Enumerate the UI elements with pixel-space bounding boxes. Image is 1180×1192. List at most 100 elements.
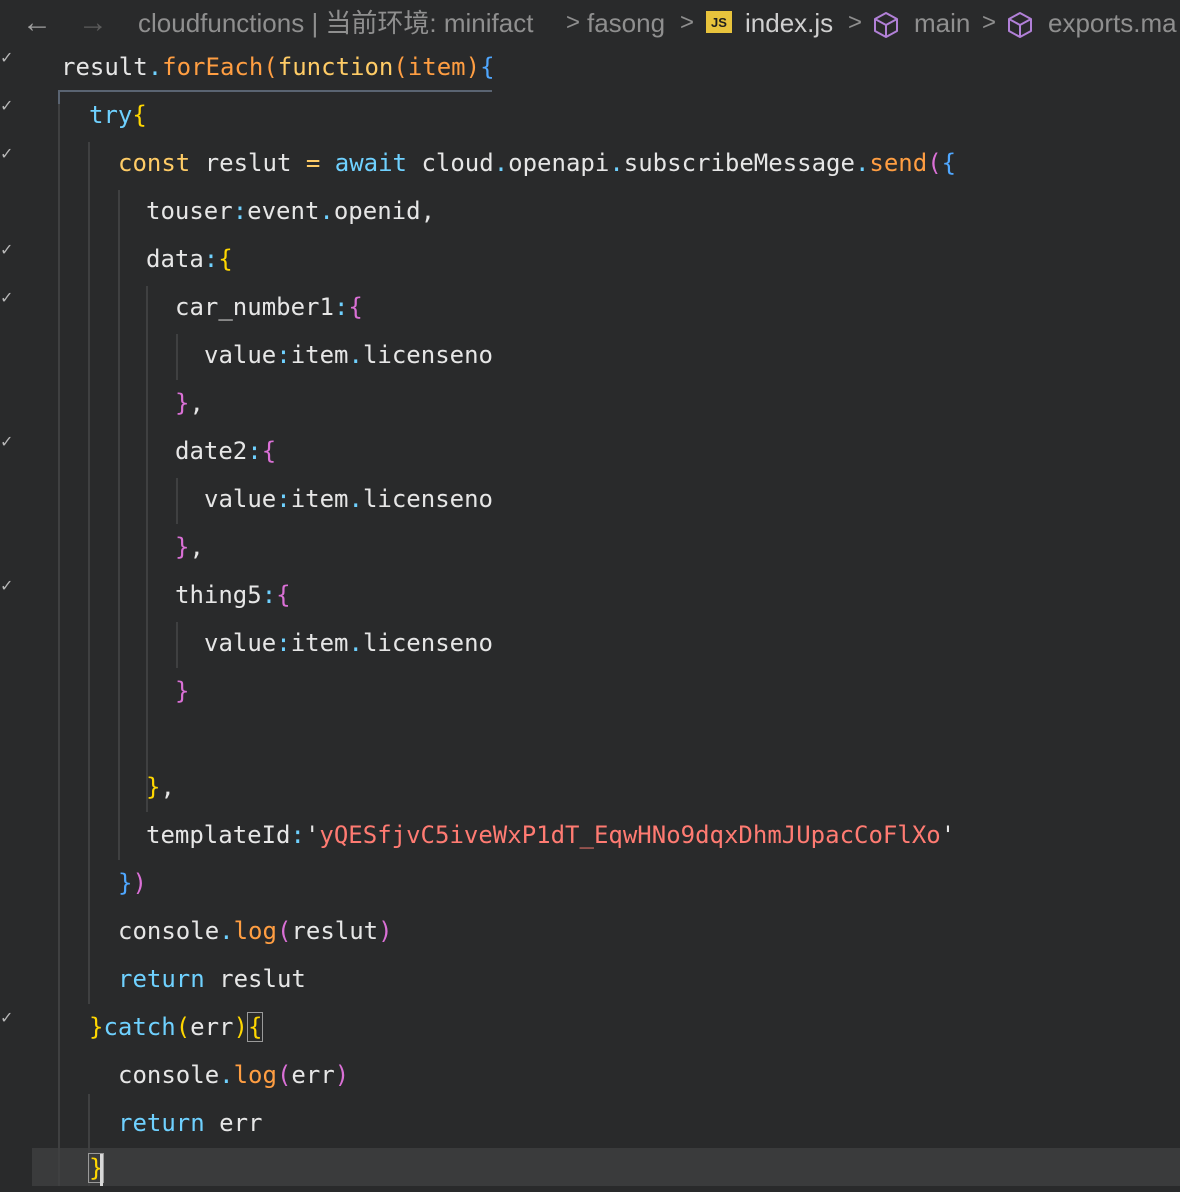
cube-symbol-icon (872, 8, 900, 38)
code-token: : (276, 485, 291, 513)
code-token: log (233, 917, 277, 945)
code-token: = (305, 149, 321, 177)
code-token: function (277, 53, 394, 81)
code-token: { (348, 293, 363, 321)
code-token: ) (233, 1013, 248, 1041)
code-token: value (204, 629, 277, 657)
code-line: const reslut = await cloud.openapi.subsc… (0, 139, 1180, 187)
code-line: value:item.licenseno (0, 475, 1180, 523)
code-token: reslut (291, 917, 379, 945)
code-editor[interactable]: ✓ ✓ ✓ ✓ ✓ ✓ ✓ ✓ result.forEach(function(… (0, 46, 1180, 1186)
code-token: ) (378, 917, 393, 945)
code-token: . (219, 917, 234, 945)
code-line: }, (0, 379, 1180, 427)
code-token: } (175, 677, 190, 705)
code-token: reslut (204, 965, 306, 993)
code-line: return reslut (0, 955, 1180, 1003)
code-token: . (609, 149, 624, 177)
code-token: reslut (190, 149, 306, 177)
arrow-left-icon[interactable]: ← (22, 0, 52, 46)
breadcrumb-folder[interactable]: cloudfunctions | 当前环境: minifact (138, 0, 533, 46)
code-line: } (0, 1144, 1180, 1192)
code-token: ( (175, 1013, 191, 1041)
code-token: . (348, 485, 363, 513)
code-line: car_number1:{ (0, 283, 1180, 331)
code-token: const (118, 149, 191, 177)
code-token: yQESfjvC5iveWxP1dT_EqwHNo9dqxDhmJUpacCoF… (319, 821, 941, 849)
code-token: item (290, 485, 349, 513)
breadcrumb-symbol-main[interactable]: main (914, 0, 970, 46)
chevron-right-icon: > (566, 9, 581, 36)
code-token: . (493, 149, 509, 177)
code-token: err (291, 1061, 335, 1089)
code-token: log (233, 1061, 277, 1089)
code-token: item (290, 341, 349, 369)
code-token: openapi (508, 149, 610, 177)
code-token: ( (393, 53, 408, 81)
code-token: event (247, 197, 320, 225)
code-token: licenseno (362, 341, 493, 369)
code-token: try (89, 101, 133, 129)
code-token: car_number1 (175, 293, 334, 321)
code-line: templateId:'yQESfjvC5iveWxP1dT_EqwHNo9dq… (0, 811, 1180, 859)
code-token: { (132, 101, 147, 129)
code-token: } (89, 1013, 104, 1041)
code-token: data (146, 245, 204, 273)
code-token: console (118, 917, 220, 945)
code-token: forEach (162, 53, 264, 81)
js-file-icon: JS (706, 11, 732, 33)
code-token: , (160, 773, 175, 801)
code-token: catch (103, 1013, 176, 1041)
code-token: , (189, 389, 204, 417)
code-token: templateId (146, 821, 291, 849)
code-line: }, (0, 763, 1180, 811)
code-token: ) (465, 53, 481, 81)
code-token: : (261, 581, 277, 609)
code-token: await (320, 149, 407, 177)
arrow-right-icon[interactable]: → (78, 0, 108, 46)
code-token: . (854, 149, 870, 177)
code-token: return (118, 965, 205, 993)
code-token: } (118, 869, 133, 897)
code-token: touser (146, 197, 233, 225)
code-line: }, (0, 523, 1180, 571)
code-token: } (146, 773, 161, 801)
code-line: } (0, 667, 1180, 715)
chevron-right-icon: > (680, 9, 695, 36)
code-token: console (118, 1061, 220, 1089)
code-token: { (276, 581, 291, 609)
breadcrumb-subfolder[interactable]: fasong (587, 0, 665, 46)
code-token: openid (333, 197, 421, 225)
code-line: thing5:{ (0, 571, 1180, 619)
breadcrumb-symbol-exports[interactable]: exports.ma (1048, 0, 1177, 46)
code-token: : (247, 437, 262, 465)
code-line: console.log(reslut) (0, 907, 1180, 955)
code-token: item (407, 53, 466, 81)
code-token: { (218, 245, 233, 273)
code-token: ' (304, 821, 320, 849)
code-token: ( (927, 149, 942, 177)
code-token: licenseno (362, 485, 493, 513)
breadcrumb-file[interactable]: index.js (745, 0, 833, 46)
matched-bracket: { (246, 1012, 264, 1042)
code-line: console.log(err) (0, 1051, 1180, 1099)
code-line: value:item.licenseno (0, 619, 1180, 667)
code-token: ( (263, 53, 278, 81)
code-token: date2 (175, 437, 248, 465)
code-token: { (261, 437, 277, 465)
code-token: ) (334, 1061, 350, 1089)
code-line: value:item.licenseno (0, 331, 1180, 379)
code-token: ) (132, 869, 147, 897)
code-line: data:{ (0, 235, 1180, 283)
code-token: . (219, 1061, 234, 1089)
chevron-right-icon: > (848, 9, 863, 36)
code-token: send (869, 149, 928, 177)
code-token: value (204, 485, 277, 513)
code-token: . (348, 341, 363, 369)
code-token: . (319, 197, 334, 225)
cube-symbol-icon (1006, 8, 1034, 38)
code-token: subscribeMessage (623, 149, 855, 177)
code-line: result.forEach(function(item){ (0, 43, 1180, 91)
code-token: result (61, 53, 148, 81)
code-token: { (480, 53, 495, 81)
